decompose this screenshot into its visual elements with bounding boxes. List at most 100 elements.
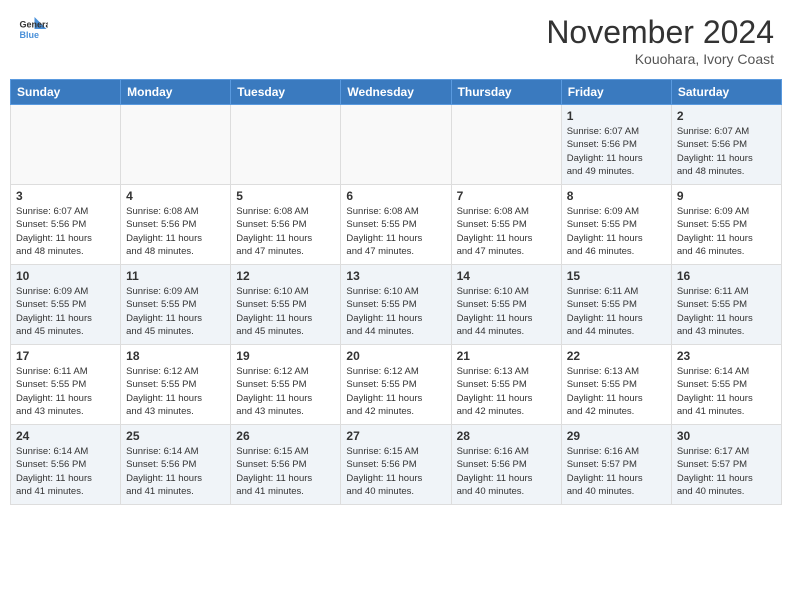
day-info: Sunrise: 6:11 AM Sunset: 5:55 PM Dayligh… <box>16 365 115 418</box>
day-cell <box>341 105 451 185</box>
day-info: Sunrise: 6:09 AM Sunset: 5:55 PM Dayligh… <box>677 205 776 258</box>
day-info: Sunrise: 6:10 AM Sunset: 5:55 PM Dayligh… <box>236 285 335 338</box>
day-cell: 25 Sunrise: 6:14 AM Sunset: 5:56 PM Dayli… <box>121 425 231 505</box>
day-info: Sunrise: 6:15 AM Sunset: 5:56 PM Dayligh… <box>346 445 445 498</box>
weekday-header-saturday: Saturday <box>671 80 781 105</box>
day-cell: 19 Sunrise: 6:12 AM Sunset: 5:55 PM Dayli… <box>231 345 341 425</box>
day-cell: 6 Sunrise: 6:08 AM Sunset: 5:55 PM Daylig… <box>341 185 451 265</box>
day-cell: 26Sunrise: 6:15 AM Sunset: 5:56 PM Dayli… <box>231 425 341 505</box>
day-number: 15 <box>567 269 666 283</box>
day-info: Sunrise: 6:14 AM Sunset: 5:56 PM Dayligh… <box>126 445 225 498</box>
day-number: 6 <box>346 189 445 203</box>
day-number: 27 <box>346 429 445 443</box>
day-cell: 29 Sunrise: 6:16 AM Sunset: 5:57 PM Dayli… <box>561 425 671 505</box>
logo-icon: General Blue <box>18 14 48 44</box>
svg-text:Blue: Blue <box>20 30 40 40</box>
day-cell: 2Sunrise: 6:07 AM Sunset: 5:56 PM Daylig… <box>671 105 781 185</box>
day-info: Sunrise: 6:09 AM Sunset: 5:55 PM Dayligh… <box>126 285 225 338</box>
day-number: 5 <box>236 189 335 203</box>
day-cell <box>121 105 231 185</box>
day-cell: 21Sunrise: 6:13 AM Sunset: 5:55 PM Dayli… <box>451 345 561 425</box>
day-info: Sunrise: 6:07 AM Sunset: 5:56 PM Dayligh… <box>567 125 666 178</box>
day-cell: 10Sunrise: 6:09 AM Sunset: 5:55 PM Dayli… <box>11 265 121 345</box>
day-cell: 11 Sunrise: 6:09 AM Sunset: 5:55 PM Dayli… <box>121 265 231 345</box>
day-number: 17 <box>16 349 115 363</box>
month-title: November 2024 <box>546 14 774 51</box>
day-cell: 5 Sunrise: 6:08 AM Sunset: 5:56 PM Daylig… <box>231 185 341 265</box>
day-cell: 28 Sunrise: 6:16 AM Sunset: 5:56 PM Dayli… <box>451 425 561 505</box>
weekday-header-thursday: Thursday <box>451 80 561 105</box>
week-row-3: 10 Sunrise: 6:09 AM Sunset: 5:55 PM Dayli… <box>11 265 782 345</box>
day-cell <box>11 105 121 185</box>
day-cell: 14Sunrise: 6:10 AM Sunset: 5:55 PM Dayli… <box>451 265 561 345</box>
day-cell: 27 Sunrise: 6:15 AM Sunset: 5:56 PM Dayli… <box>341 425 451 505</box>
day-number: 7 <box>457 189 556 203</box>
day-cell: 12 Sunrise: 6:10 AM Sunset: 5:55 PM Dayli… <box>231 265 341 345</box>
day-cell: 1Sunrise: 6:07 AM Sunset: 5:56 PM Daylig… <box>561 105 671 185</box>
week-row-2: 3 Sunrise: 6:07 AM Sunset: 5:56 PM Daylig… <box>11 185 782 265</box>
day-number: 19 <box>236 349 335 363</box>
day-number: 20 <box>346 349 445 363</box>
day-number: 12 <box>236 269 335 283</box>
day-number: 24 <box>16 429 115 443</box>
day-number: 9 <box>677 189 776 203</box>
day-number: 22 <box>567 349 666 363</box>
day-number: 28 <box>457 429 556 443</box>
day-number: 11 <box>126 269 225 283</box>
day-info: Sunrise: 6:17 AM Sunset: 5:57 PM Dayligh… <box>677 445 776 498</box>
logo: General Blue <box>18 14 48 44</box>
day-info: Sunrise: 6:12 AM Sunset: 5:55 PM Dayligh… <box>346 365 445 418</box>
calendar-table: SundayMondayTuesdayWednesdayThursdayFrid… <box>10 79 782 505</box>
weekday-header-tuesday: Tuesday <box>231 80 341 105</box>
weekday-header-wednesday: Wednesday <box>341 80 451 105</box>
day-cell: 7 Sunrise: 6:08 AM Sunset: 5:55 PM Daylig… <box>451 185 561 265</box>
day-info: Sunrise: 6:12 AM Sunset: 5:55 PM Dayligh… <box>126 365 225 418</box>
day-info: Sunrise: 6:16 AM Sunset: 5:56 PM Dayligh… <box>457 445 556 498</box>
day-number: 26 <box>236 429 335 443</box>
day-info: Sunrise: 6:09 AM Sunset: 5:55 PM Dayligh… <box>567 205 666 258</box>
day-info: Sunrise: 6:08 AM Sunset: 5:56 PM Dayligh… <box>126 205 225 258</box>
week-row-4: 17 Sunrise: 6:11 AM Sunset: 5:55 PM Dayli… <box>11 345 782 425</box>
weekday-header-row: SundayMondayTuesdayWednesdayThursdayFrid… <box>11 80 782 105</box>
location: Kouohara, Ivory Coast <box>546 51 774 67</box>
day-info: Sunrise: 6:14 AM Sunset: 5:56 PM Dayligh… <box>16 445 115 498</box>
day-info: Sunrise: 6:11 AM Sunset: 5:55 PM Dayligh… <box>567 285 666 338</box>
day-cell: 24 Sunrise: 6:14 AM Sunset: 5:56 PM Dayli… <box>11 425 121 505</box>
day-info: Sunrise: 6:08 AM Sunset: 5:56 PM Dayligh… <box>236 205 335 258</box>
day-number: 25 <box>126 429 225 443</box>
day-number: 16 <box>677 269 776 283</box>
day-info: Sunrise: 6:07 AM Sunset: 5:56 PM Dayligh… <box>16 205 115 258</box>
day-number: 21 <box>457 349 556 363</box>
day-info: Sunrise: 6:12 AM Sunset: 5:55 PM Dayligh… <box>236 365 335 418</box>
day-cell: 17 Sunrise: 6:11 AM Sunset: 5:55 PM Dayli… <box>11 345 121 425</box>
page-header: General Blue November 2024 Kouohara, Ivo… <box>10 10 782 71</box>
day-info: Sunrise: 6:14 AM Sunset: 5:55 PM Dayligh… <box>677 365 776 418</box>
day-cell: 3 Sunrise: 6:07 AM Sunset: 5:56 PM Daylig… <box>11 185 121 265</box>
day-info: Sunrise: 6:10 AM Sunset: 5:55 PM Dayligh… <box>346 285 445 338</box>
day-number: 4 <box>126 189 225 203</box>
day-info: Sunrise: 6:11 AM Sunset: 5:55 PM Dayligh… <box>677 285 776 338</box>
day-number: 14 <box>457 269 556 283</box>
day-number: 8 <box>567 189 666 203</box>
title-section: November 2024 Kouohara, Ivory Coast <box>546 14 774 67</box>
day-info: Sunrise: 6:16 AM Sunset: 5:57 PM Dayligh… <box>567 445 666 498</box>
day-cell: 22Sunrise: 6:13 AM Sunset: 5:55 PM Dayli… <box>561 345 671 425</box>
day-cell <box>231 105 341 185</box>
day-number: 18 <box>126 349 225 363</box>
day-info: Sunrise: 6:08 AM Sunset: 5:55 PM Dayligh… <box>457 205 556 258</box>
week-row-5: 24 Sunrise: 6:14 AM Sunset: 5:56 PM Dayli… <box>11 425 782 505</box>
day-number: 30 <box>677 429 776 443</box>
day-cell: 9 Sunrise: 6:09 AM Sunset: 5:55 PM Daylig… <box>671 185 781 265</box>
day-cell: 16 Sunrise: 6:11 AM Sunset: 5:55 PM Dayli… <box>671 265 781 345</box>
day-info: Sunrise: 6:08 AM Sunset: 5:55 PM Dayligh… <box>346 205 445 258</box>
day-cell: 8 Sunrise: 6:09 AM Sunset: 5:55 PM Daylig… <box>561 185 671 265</box>
day-number: 29 <box>567 429 666 443</box>
day-number: 10 <box>16 269 115 283</box>
day-cell: 20 Sunrise: 6:12 AM Sunset: 5:55 PM Dayli… <box>341 345 451 425</box>
week-row-1: 1Sunrise: 6:07 AM Sunset: 5:56 PM Daylig… <box>11 105 782 185</box>
day-number: 3 <box>16 189 115 203</box>
day-number: 13 <box>346 269 445 283</box>
weekday-header-sunday: Sunday <box>11 80 121 105</box>
day-info: Sunrise: 6:07 AM Sunset: 5:56 PM Dayligh… <box>677 125 776 178</box>
day-cell: 13 Sunrise: 6:10 AM Sunset: 5:55 PM Dayli… <box>341 265 451 345</box>
